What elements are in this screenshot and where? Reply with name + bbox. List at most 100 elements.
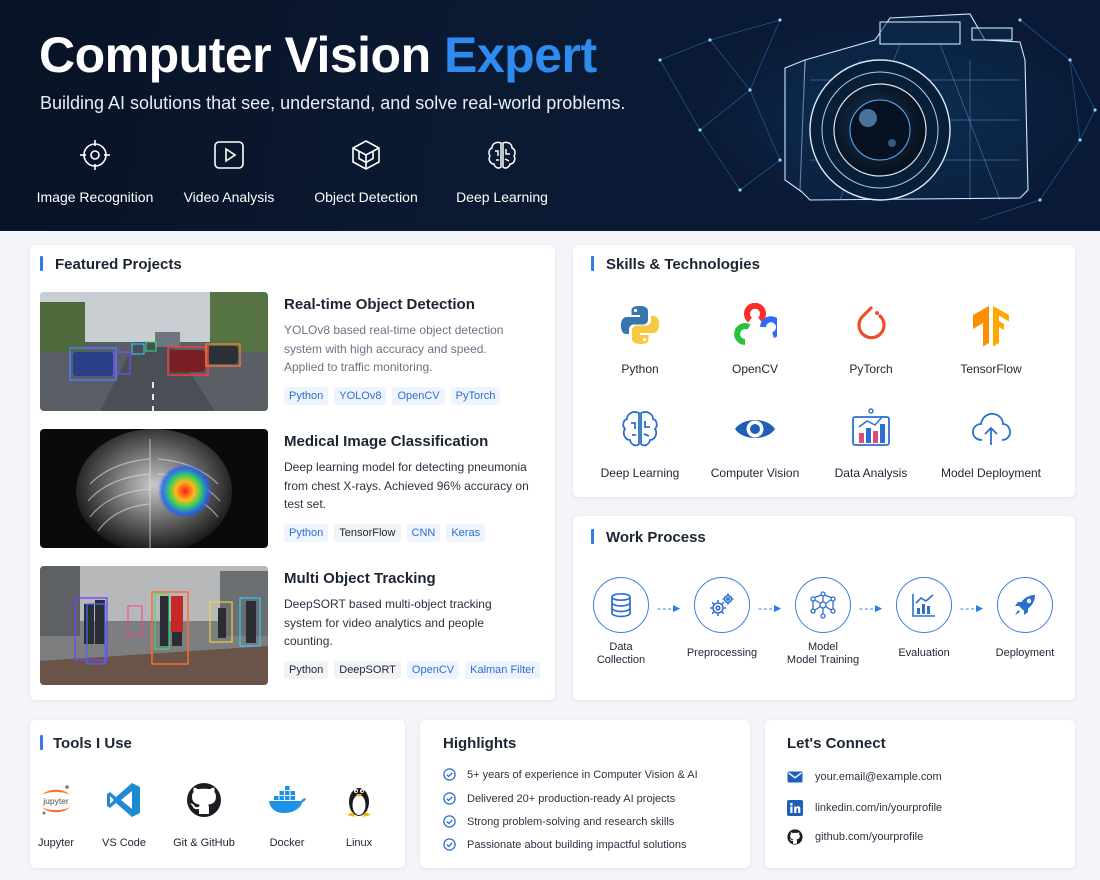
highlight-text: 5+ years of experience in Computer Visio… xyxy=(467,768,698,781)
project-description: YOLOv8 based real-time object detection … xyxy=(284,323,504,374)
project-description: DeepSORT based multi-object tracking sys… xyxy=(284,597,492,648)
connect-title: Let's Connect xyxy=(787,735,886,752)
contact-github[interactable]: github.com/yourprofile xyxy=(787,829,923,845)
process-step-deployment: Deployment xyxy=(975,577,1075,660)
check-circle-icon xyxy=(443,792,456,805)
skill-label: Computer Vision xyxy=(710,466,800,480)
github-icon xyxy=(787,829,803,845)
tensorflow-icon xyxy=(973,306,1009,347)
section-accent-bar xyxy=(591,529,594,544)
project-tags: Python TensorFlow CNN Keras xyxy=(284,524,486,542)
page-title: Computer Vision Expert xyxy=(39,26,597,84)
highlight-item: 5+ years of experience in Computer Visio… xyxy=(443,768,698,781)
python-icon xyxy=(621,306,659,344)
highlights-title: Highlights xyxy=(443,735,517,752)
focus-video-analysis: Video Analysis xyxy=(164,138,294,205)
skill-label: Data Analysis xyxy=(834,466,908,480)
brain-icon xyxy=(488,141,516,169)
focus-label: Object Detection xyxy=(314,189,418,205)
focus-image-recognition: Image Recognition xyxy=(30,138,160,205)
focus-label: Image Recognition xyxy=(36,189,154,205)
tools-title: Tools I Use xyxy=(53,735,132,752)
skill-label: PyTorch xyxy=(849,362,893,376)
project-tags: Python YOLOv8 OpenCV PyTorch xyxy=(284,387,501,405)
project-image-xray[interactable] xyxy=(40,429,268,548)
contact-linkedin[interactable]: linkedin.com/in/yourprofile xyxy=(787,800,942,816)
tag: OpenCV xyxy=(392,387,445,405)
skill-deep-learning: Deep Learning xyxy=(580,407,700,480)
skill-label: OpenCV xyxy=(731,362,779,376)
skill-computer-vision: Computer Vision xyxy=(695,407,815,480)
section-accent-bar xyxy=(40,256,43,271)
project-title[interactable]: Real-time Object Detection xyxy=(284,296,475,313)
pytorch-icon xyxy=(857,306,886,340)
process-step-evaluation: Evaluation xyxy=(874,577,974,660)
email-icon xyxy=(787,771,803,783)
check-circle-icon xyxy=(443,838,456,851)
project-image-tracking[interactable] xyxy=(40,566,268,685)
jupyter-icon: jupyter xyxy=(42,785,70,815)
eye-icon xyxy=(735,420,775,438)
project-image-object-detection[interactable] xyxy=(40,292,268,411)
target-icon xyxy=(80,140,110,170)
skill-opencv: OpenCV xyxy=(695,302,815,376)
highlight-item: Delivered 20+ production-ready AI projec… xyxy=(443,792,675,805)
tool-github: Git & GitHub xyxy=(169,780,239,849)
email-link[interactable]: your.email@example.com xyxy=(815,771,942,783)
tag: Python xyxy=(284,387,329,405)
skill-pytorch: PyTorch xyxy=(811,303,931,376)
cloud-upload-icon xyxy=(972,412,1011,445)
project-tags: Python DeepSORT OpenCV Kalman Filter xyxy=(284,661,540,679)
skill-model-deployment: Model Deployment xyxy=(931,407,1051,480)
linkedin-link[interactable]: linkedin.com/in/yourprofile xyxy=(815,802,942,814)
title-accent: Expert xyxy=(444,27,597,83)
rocket-icon xyxy=(1015,595,1035,615)
check-circle-icon xyxy=(443,768,456,781)
highlight-text: Passionate about building impactful solu… xyxy=(467,838,687,851)
step-label: Data Collection xyxy=(596,641,646,666)
project-title[interactable]: Multi Object Tracking xyxy=(284,570,436,587)
skill-label: Model Deployment xyxy=(940,466,1042,480)
tag: Python xyxy=(284,524,329,542)
tool-docker: Docker xyxy=(252,780,322,849)
tag: TensorFlow xyxy=(334,524,401,542)
focus-deep-learning: Deep Learning xyxy=(437,138,567,205)
bar-chart-icon xyxy=(852,408,890,446)
highlight-item: Strong problem-solving and research skil… xyxy=(443,815,674,828)
highlight-text: Delivered 20+ production-ready AI projec… xyxy=(467,792,676,805)
section-accent-bar xyxy=(40,735,43,750)
tag: PyTorch xyxy=(450,387,501,405)
tool-label: Jupyter xyxy=(37,837,75,849)
focus-object-detection: Object Detection xyxy=(301,138,431,205)
skills-title: Skills & Technologies xyxy=(606,256,760,273)
tool-vscode: VS Code xyxy=(89,780,159,849)
docker-icon xyxy=(269,786,306,813)
svg-text:jupyter: jupyter xyxy=(42,796,69,806)
tag: CNN xyxy=(406,524,441,542)
highlight-item: Passionate about building impactful solu… xyxy=(443,838,687,851)
github-link[interactable]: github.com/yourprofile xyxy=(815,831,923,843)
process-step-data-collection: Data Collection xyxy=(571,577,671,667)
linkedin-icon xyxy=(787,800,803,816)
tool-label: VS Code xyxy=(101,837,147,849)
skill-label: Deep Learning xyxy=(600,466,680,480)
step-label: Preprocessing xyxy=(686,647,758,659)
hero-banner: Computer Vision Expert Building AI solut… xyxy=(0,0,1100,231)
tool-linux: Linux xyxy=(324,780,394,849)
highlight-text: Strong problem-solving and research skil… xyxy=(467,815,675,828)
tool-jupyter: jupyter Jupyter xyxy=(21,780,91,849)
neural-network-icon xyxy=(810,591,836,619)
cube-icon xyxy=(352,140,380,170)
step-label: Deployment xyxy=(995,647,1055,659)
brain-icon xyxy=(622,411,658,447)
project-title[interactable]: Medical Image Classification xyxy=(284,433,488,450)
focus-label: Video Analysis xyxy=(183,189,275,205)
check-circle-icon xyxy=(443,815,456,828)
contact-email[interactable]: your.email@example.com xyxy=(787,771,942,783)
tool-label: Docker xyxy=(269,837,305,849)
camera-illustration xyxy=(640,0,1100,231)
vscode-icon xyxy=(107,783,140,817)
tag: Keras xyxy=(446,524,486,542)
linux-icon xyxy=(347,788,371,817)
video-play-icon xyxy=(214,141,244,169)
